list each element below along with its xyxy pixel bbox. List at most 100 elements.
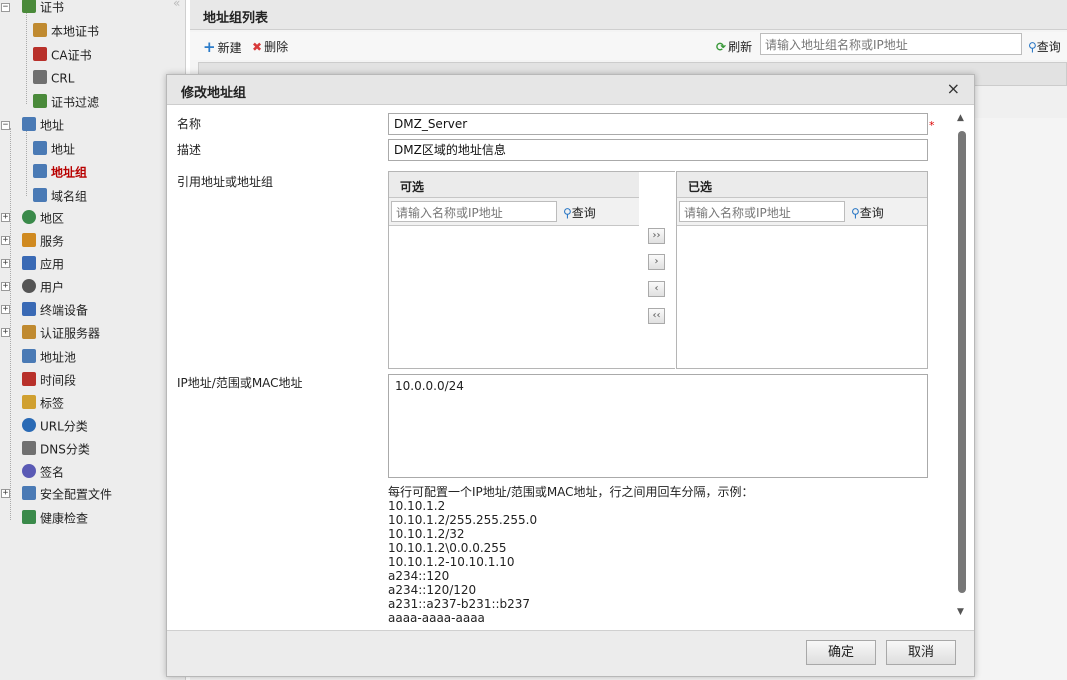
auth-server-icon <box>22 325 36 339</box>
collapse-toggle-icon[interactable]: − <box>1 121 10 130</box>
tree-item-security-profile[interactable]: 安全配置文件 <box>22 484 112 504</box>
tree-item-terminal-device[interactable]: 终端设备 <box>22 300 88 320</box>
tree-item-domain-group[interactable]: 域名组 <box>33 186 87 206</box>
tree-connector-line <box>26 8 27 104</box>
ip-format-hint: 每行可配置一个IP地址/范围或MAC地址，行之间用回车分隔，示例： 10.10.… <box>388 485 928 625</box>
hint-example: aaaa-aaaa-aaaa <box>388 611 485 625</box>
scroll-up-icon[interactable]: ▲ <box>957 113 964 123</box>
delete-button-label: 删除 <box>264 40 289 54</box>
add-button-label: 新建 <box>217 41 242 55</box>
tree-item-region[interactable]: 地区 <box>22 208 64 228</box>
available-list-header: 可选 <box>389 172 639 198</box>
search-icon: ⚲ <box>1028 40 1037 54</box>
address-group-search-input[interactable]: 请输入地址组名称或IP地址 <box>760 33 1022 55</box>
expand-toggle-icon[interactable]: + <box>1 328 10 337</box>
user-icon <box>22 279 36 293</box>
tree-item-application[interactable]: 应用 <box>22 254 64 274</box>
scroll-down-icon[interactable]: ▼ <box>957 607 964 617</box>
url-category-icon <box>22 418 36 432</box>
selected-search-bar: 请输入名称或IP地址 ⚲查询 <box>677 198 927 226</box>
tree-item-certificate-filter[interactable]: 证书过滤 <box>33 92 99 112</box>
cancel-button[interactable]: 取消 <box>886 640 956 665</box>
tree-item-local-certificate[interactable]: 本地证书 <box>33 21 99 41</box>
tree-item-crl[interactable]: CRL <box>33 68 74 88</box>
reference-label: 引用地址或地址组 <box>177 175 274 189</box>
scrollbar-thumb[interactable] <box>958 131 966 593</box>
ok-button[interactable]: 确定 <box>806 640 876 665</box>
refresh-button[interactable]: ⟳ 刷新 <box>716 38 752 55</box>
tree-connector-line <box>10 128 11 520</box>
address-pool-icon <box>22 349 36 363</box>
tree-item-auth-server[interactable]: 认证服务器 <box>22 323 100 343</box>
navigation-tree: « − − + + + + + + + 证书 本地证书 CA证书 CRL 证书过… <box>0 0 186 680</box>
tree-item-address[interactable]: 地址 <box>22 115 64 135</box>
tree-item-health-check[interactable]: 健康检查 <box>22 508 88 528</box>
expand-toggle-icon[interactable]: + <box>1 259 10 268</box>
signature-icon <box>22 464 36 478</box>
hint-example: 10.10.1.2 <box>388 499 446 513</box>
tree-connector-line <box>26 130 27 196</box>
dialog-scrollbar[interactable]: ▲ ▼ <box>955 113 969 623</box>
available-query-button[interactable]: ⚲查询 <box>563 204 596 221</box>
available-search-input[interactable]: 请输入名称或IP地址 <box>391 201 557 222</box>
collapse-tree-icon[interactable]: « <box>173 0 180 10</box>
expand-toggle-icon[interactable]: + <box>1 213 10 222</box>
application-icon <box>22 256 36 270</box>
panel-toolbar: + 新建 ✖ 删除 ⟳ 刷新 请输入地址组名称或IP地址 ⚲查询 <box>190 32 1067 60</box>
selected-query-button[interactable]: ⚲查询 <box>851 204 884 221</box>
tree-item-address-sub[interactable]: 地址 <box>33 139 75 159</box>
refresh-button-label: 刷新 <box>728 40 753 54</box>
available-list: 可选 请输入名称或IP地址 ⚲查询 <box>388 171 640 369</box>
domain-group-icon <box>33 188 47 202</box>
tree-item-address-pool[interactable]: 地址池 <box>22 347 76 367</box>
certificate-icon <box>22 0 36 13</box>
health-check-icon <box>22 510 36 524</box>
tree-item-schedule[interactable]: 时间段 <box>22 370 76 390</box>
plus-icon: + <box>203 38 216 56</box>
globe-icon <box>22 210 36 224</box>
move-all-right-button[interactable]: ›› <box>648 228 665 244</box>
crl-icon <box>33 70 47 84</box>
monitor-icon <box>22 117 36 131</box>
expand-toggle-icon[interactable]: + <box>1 282 10 291</box>
refresh-icon: ⟳ <box>716 40 727 54</box>
tree-item-ca-certificate[interactable]: CA证书 <box>33 45 92 65</box>
hint-example: 10.10.1.2/255.255.255.0 <box>388 513 538 527</box>
description-field[interactable]: DMZ区域的地址信息 <box>388 139 928 161</box>
tree-item-url-category[interactable]: URL分类 <box>22 416 88 436</box>
hint-example: a231::a237-b231::b237 <box>388 597 531 611</box>
selected-search-input[interactable]: 请输入名称或IP地址 <box>679 201 845 222</box>
query-button[interactable]: ⚲查询 <box>1028 38 1061 55</box>
close-icon[interactable]: × <box>947 79 960 98</box>
delete-x-icon: ✖ <box>252 40 263 54</box>
monitor-icon <box>33 141 47 155</box>
tree-item-dns-category[interactable]: DNS分类 <box>22 439 90 459</box>
expand-toggle-icon[interactable]: + <box>1 236 10 245</box>
move-left-button[interactable]: ‹ <box>648 281 665 297</box>
name-field[interactable]: DMZ_Server <box>388 113 928 135</box>
tree-item-tag[interactable]: 标签 <box>22 393 64 413</box>
tree-item-user[interactable]: 用户 <box>22 277 64 297</box>
required-mark: * <box>929 119 935 132</box>
ip-address-label: IP地址/范围或MAC地址 <box>177 376 303 390</box>
dns-category-icon <box>22 441 36 455</box>
move-right-button[interactable]: › <box>648 254 665 270</box>
tree-item-certificate[interactable]: 证书 <box>22 0 64 17</box>
tree-item-signature[interactable]: 签名 <box>22 462 64 482</box>
delete-button[interactable]: ✖ 删除 <box>252 38 288 55</box>
available-search-bar: 请输入名称或IP地址 ⚲查询 <box>389 198 639 226</box>
selected-list: 已选 请输入名称或IP地址 ⚲查询 <box>676 171 928 369</box>
expand-toggle-icon[interactable]: + <box>1 489 10 498</box>
ca-certificate-icon <box>33 47 47 61</box>
add-button[interactable]: + 新建 <box>203 38 242 56</box>
ip-address-textarea[interactable]: 10.0.0.0/24 <box>388 374 928 478</box>
query-button-label: 查询 <box>1036 40 1061 54</box>
move-all-left-button[interactable]: ‹‹ <box>648 308 665 324</box>
hint-example: 10.10.1.2-10.10.1.10 <box>388 555 515 569</box>
expand-toggle-icon[interactable]: + <box>1 305 10 314</box>
collapse-toggle-icon[interactable]: − <box>1 3 10 12</box>
tree-item-service[interactable]: 服务 <box>22 231 64 251</box>
tree-item-address-group[interactable]: 地址组 <box>33 162 87 182</box>
hint-example: a234::120/120 <box>388 583 477 597</box>
search-icon: ⚲ <box>563 206 572 220</box>
